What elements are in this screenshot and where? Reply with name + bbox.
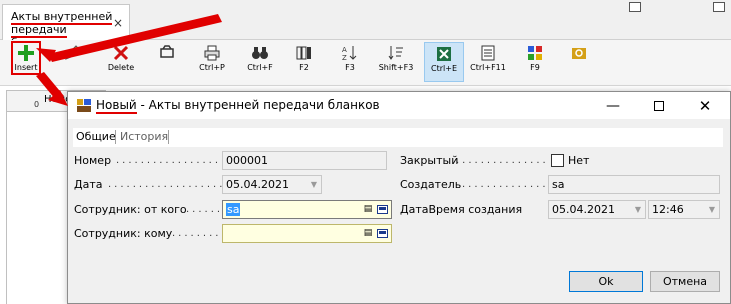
printer-icon (204, 45, 220, 61)
chevron-down-icon[interactable]: ▼ (709, 201, 715, 218)
document-tab-bar: Акты внутренней передачи бланков × (0, 0, 731, 51)
created-time-field[interactable]: 12:46 ▼ (648, 200, 720, 219)
chevron-down-icon[interactable]: ▼ (311, 176, 317, 193)
tab-separator (115, 130, 116, 144)
tab-general[interactable]: Общие (76, 130, 116, 144)
minimize-button[interactable]: — (590, 94, 636, 118)
closed-checkbox-label: Нет (568, 154, 590, 167)
maximize-icon (654, 101, 664, 111)
dialog-title: Новый - Акты внутренней передачи бланков (96, 98, 380, 114)
new-record-dialog: Новый - Акты внутренней передачи бланков… (67, 91, 731, 304)
created-datetime-label: ДатаВремя создания (400, 203, 523, 216)
tab-history[interactable]: История (120, 130, 168, 144)
leader-dots: ....... (186, 204, 222, 215)
ellipsis-icon[interactable]: ▤ (363, 204, 373, 215)
number-field[interactable]: 000001 (222, 151, 387, 170)
folder-search-icon (572, 48, 586, 59)
close-dialog-button[interactable]: ✕ (682, 94, 728, 118)
print-button[interactable]: Ctrl+P (195, 42, 229, 82)
dialog-title-highlight: Новый (96, 98, 137, 114)
employee-to-label: Сотрудник: кому (74, 227, 173, 240)
leader-dots: ......... (172, 228, 222, 239)
color-grid-button-label: F9 (530, 63, 540, 72)
delete-x-icon (113, 45, 129, 61)
svg-text:Z: Z (342, 54, 347, 62)
refresh-button[interactable] (155, 42, 179, 82)
find-button-label: Ctrl+F (247, 63, 273, 72)
ellipsis-icon[interactable]: ▤ (363, 228, 373, 239)
date-field[interactable]: 05.04.2021 ▼ (222, 175, 322, 194)
color-grid-icon (528, 46, 542, 60)
leader-dots: .................... (116, 155, 222, 166)
print-button-label: Ctrl+P (199, 63, 225, 72)
employee-from-label: Сотрудник: от кого (74, 203, 187, 216)
document-list-icon (481, 45, 495, 61)
maximize-button[interactable] (636, 94, 682, 118)
binoculars-icon (252, 47, 268, 59)
leader-dots: ..................... (108, 179, 222, 190)
find-button[interactable]: Ctrl+F (243, 42, 277, 82)
insert-highlight-box (11, 41, 41, 75)
leader-dots: ................ (462, 179, 548, 190)
created-time-value: 12:46 (652, 203, 684, 216)
refresh-icon (160, 45, 174, 58)
created-date-field[interactable]: 05.04.2021 ▼ (548, 200, 646, 219)
sort-button-label: F3 (345, 63, 355, 72)
employee-from-field[interactable]: sa ▤ (222, 200, 392, 219)
document-tab[interactable]: Акты внутренней передачи бланков × (2, 4, 130, 51)
employee-to-field[interactable]: ▤ (222, 224, 392, 243)
creator-field[interactable]: sa (548, 175, 720, 194)
export-excel-button-label: Ctrl+E (431, 64, 457, 73)
app-icon (77, 99, 91, 112)
sort-button[interactable]: AZ F3 (338, 42, 362, 82)
document-list-button-label: Ctrl+F11 (470, 63, 506, 72)
sort-filter-button-label: Shift+F3 (378, 63, 414, 72)
lookup-icon[interactable] (377, 229, 388, 238)
date-label: Дата (74, 178, 103, 191)
excel-icon (437, 47, 451, 61)
closed-checkbox[interactable] (551, 154, 564, 167)
export-excel-button[interactable]: Ctrl+E (424, 42, 464, 82)
close-icon: ✕ (698, 97, 712, 115)
lookup-icon[interactable] (377, 205, 388, 214)
tab-separator (168, 130, 169, 144)
minimize-icon: — (606, 98, 620, 114)
edit-button[interactable] (60, 42, 84, 82)
closed-label: Закрытый (400, 154, 459, 167)
dialog-title-rest: - Акты внутренней передачи бланков (136, 98, 380, 112)
chevron-down-icon[interactable]: ▼ (635, 201, 641, 218)
color-grid-button[interactable]: F9 (523, 42, 547, 82)
dialog-titlebar: Новый - Акты внутренней передачи бланков… (68, 92, 730, 119)
close-tab-icon[interactable]: × (113, 16, 123, 30)
ok-button[interactable]: Ok (569, 271, 643, 292)
sort-filter-button[interactable]: Shift+F3 (376, 42, 416, 82)
delete-button-label: Delete (107, 63, 135, 72)
date-field-value: 05.04.2021 (226, 178, 289, 191)
created-date-value: 05.04.2021 (552, 203, 615, 216)
panel-window-icon[interactable] (713, 2, 725, 12)
employee-from-value: sa (226, 203, 241, 216)
sort-filter-icon (388, 46, 403, 60)
svg-text:A: A (342, 46, 347, 54)
dialog-tabstrip: Общие История (73, 128, 723, 147)
leader-dots: .................. (456, 155, 548, 166)
delete-button[interactable]: Delete (104, 42, 138, 82)
columns-button[interactable]: F2 (292, 42, 316, 82)
columns-button-label: F2 (299, 63, 309, 72)
folder-search-button[interactable] (567, 42, 591, 82)
sort-az-icon: AZ (342, 46, 357, 62)
pencil-edit-icon (65, 45, 80, 60)
document-list-button[interactable]: Ctrl+F11 (470, 42, 506, 82)
columns-icon (296, 46, 311, 60)
creator-label: Создатель (400, 178, 462, 191)
number-label: Номер (74, 154, 112, 167)
cancel-button[interactable]: Отмена (650, 271, 720, 292)
main-toolbar: Insert Delete Ctrl+P Ctrl+F F2 A Z F3 Sh… (0, 40, 731, 86)
restore-panel-icon[interactable] (629, 2, 641, 12)
grid-row-number: 0 (34, 100, 40, 109)
